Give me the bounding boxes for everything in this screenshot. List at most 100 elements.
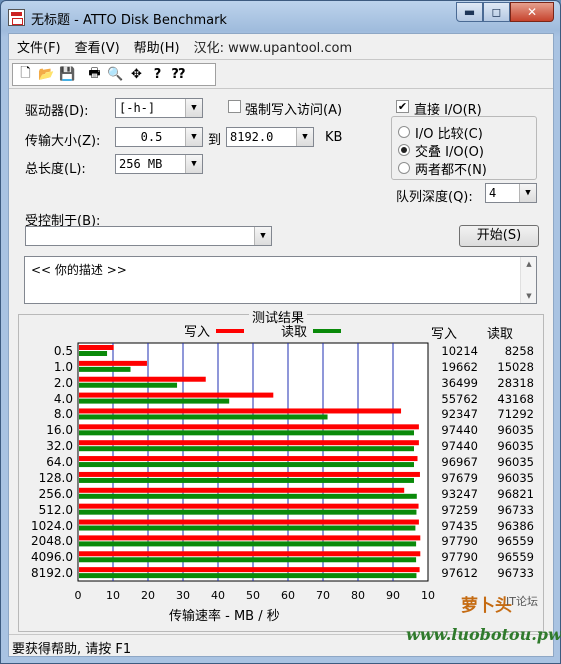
write-bar xyxy=(79,551,421,557)
print-preview-icon[interactable]: 🔍 xyxy=(106,66,125,84)
read-value: 28318 xyxy=(497,375,534,390)
save-icon[interactable]: 💾 xyxy=(58,66,77,84)
drive-select-value: [-h-] xyxy=(119,101,156,115)
io-compare-label: I/O 比较(C) xyxy=(415,127,483,142)
description-scrollbar[interactable]: ▲ ▼ xyxy=(520,257,536,303)
size-label: 8192.0 xyxy=(31,566,73,581)
transfer-size-to-value: 8192.0 xyxy=(230,130,274,144)
read-bar xyxy=(79,430,414,436)
force-write-checkbox[interactable] xyxy=(228,100,241,113)
transfer-size-label: 传输大小(Z): xyxy=(25,134,101,149)
tick-label: 0 xyxy=(74,589,82,602)
description-text: << 你的描述 >> xyxy=(31,263,127,277)
chevron-down-icon[interactable]: ▼ xyxy=(185,128,202,146)
minimize-button[interactable]: ▬ xyxy=(456,2,483,22)
queue-depth-label: 队列深度(Q): xyxy=(396,190,473,205)
close-button[interactable]: ✕ xyxy=(510,2,554,22)
maximize-button[interactable]: ◻ xyxy=(483,2,510,22)
tick-label: 80 xyxy=(351,589,365,602)
title-bar[interactable]: 无标题 - ATTO Disk Benchmark ▬ ◻ ✕ xyxy=(1,1,560,33)
write-bar xyxy=(79,471,420,477)
to-label: 到 xyxy=(208,133,222,148)
size-label: 4096.0 xyxy=(31,550,73,565)
client-area: 文件(F) 查看(V) 帮助(H) 汉化: www.upantool.com 🗋… xyxy=(8,33,554,657)
axis-title: 传输速率 - MB / 秒 xyxy=(169,609,280,624)
write-value: 97790 xyxy=(441,534,478,549)
size-label: 32.0 xyxy=(46,439,73,454)
start-button[interactable]: 开始(S) xyxy=(459,225,539,247)
scroll-down-icon[interactable]: ▼ xyxy=(521,289,537,303)
overlap-io-label: 交叠 I/O(O) xyxy=(415,145,484,160)
status-text: 要获得帮助, 请按 F1 xyxy=(12,642,132,657)
chevron-down-icon[interactable]: ▼ xyxy=(185,155,202,173)
menu-help[interactable]: 帮助(H) xyxy=(134,37,180,56)
queue-depth-value: 4 xyxy=(489,186,497,200)
chevron-down-icon[interactable]: ▼ xyxy=(296,128,313,146)
write-bar xyxy=(79,345,114,350)
write-value: 97440 xyxy=(441,423,478,438)
context-help-icon[interactable]: ⁇ xyxy=(169,66,188,84)
atto-app-icon[interactable] xyxy=(8,9,25,26)
drive-select[interactable]: [-h-] ▼ xyxy=(115,98,203,118)
queue-depth-select[interactable]: 4 ▼ xyxy=(485,183,537,203)
total-length-select[interactable]: 256 MB ▼ xyxy=(115,154,203,174)
open-icon[interactable]: 📂 xyxy=(37,66,56,84)
total-length-label: 总长度(L): xyxy=(25,162,86,177)
kb-unit-label: KB xyxy=(325,130,343,145)
io-mode-group: I/O 比较(C) 交叠 I/O(O) 两者都不(N) xyxy=(391,116,537,180)
overlap-io-radio[interactable] xyxy=(398,144,410,156)
read-bar xyxy=(79,573,417,579)
read-value: 96821 xyxy=(497,486,534,501)
tick-label: 10 xyxy=(106,589,120,602)
write-value: 92347 xyxy=(441,407,478,422)
read-value: 43168 xyxy=(497,391,534,406)
read-bar xyxy=(79,557,417,563)
tick-label: 10 xyxy=(421,589,435,602)
write-bar xyxy=(79,360,147,366)
read-bar xyxy=(79,398,230,404)
tick-label: 20 xyxy=(141,589,155,602)
new-icon[interactable]: 🗋 xyxy=(16,66,35,84)
print-icon[interactable]: 🖶 xyxy=(85,66,104,84)
scroll-up-icon[interactable]: ▲ xyxy=(521,257,537,271)
io-compare-radio[interactable] xyxy=(398,126,410,138)
read-bar xyxy=(79,477,414,483)
write-bar xyxy=(79,519,419,525)
read-value: 96035 xyxy=(497,423,534,438)
write-value: 96967 xyxy=(441,455,478,470)
chevron-down-icon[interactable]: ▼ xyxy=(519,184,536,202)
controlled-by-select[interactable]: ▼ xyxy=(25,226,272,246)
read-bar xyxy=(79,525,416,531)
results-panel: 测试结果 写入 读取 写入 读取 0.5 1.0 2.0 4.0 8.0 16.0 32.0… xyxy=(18,307,544,632)
write-value: 36499 xyxy=(441,375,478,390)
write-value: 19662 xyxy=(441,359,478,374)
chevron-down-icon[interactable]: ▼ xyxy=(254,227,271,245)
tick-label: 70 xyxy=(316,589,330,602)
size-label: 2.0 xyxy=(53,375,73,390)
help-icon[interactable]: ? xyxy=(148,66,167,84)
chevron-down-icon[interactable]: ▼ xyxy=(185,99,202,117)
transfer-size-from-select[interactable]: 0.5 ▼ xyxy=(115,127,203,147)
write-value: 97259 xyxy=(441,502,478,517)
read-value: 96035 xyxy=(497,439,534,454)
read-bar xyxy=(79,509,417,515)
direct-io-checkbox[interactable]: ✔ xyxy=(396,100,409,113)
toolbar-button-group: 🗋 📂 💾 🖶 🔍 ✥ ? ⁇ xyxy=(12,63,216,86)
read-bar xyxy=(79,446,414,452)
tick-label: 30 xyxy=(176,589,190,602)
move-icon[interactable]: ✥ xyxy=(127,66,146,84)
size-label: 0.5 xyxy=(53,344,73,358)
menu-file[interactable]: 文件(F) xyxy=(17,37,61,56)
description-textarea[interactable]: << 你的描述 >> ▲ ▼ xyxy=(24,256,537,304)
write-bar xyxy=(79,487,405,493)
toolbar: 🗋 📂 💾 🖶 🔍 ✥ ? ⁇ xyxy=(9,59,553,89)
neither-radio[interactable] xyxy=(398,162,410,174)
write-value: 97440 xyxy=(441,439,478,454)
menu-view[interactable]: 查看(V) xyxy=(75,37,120,56)
read-value: 96386 xyxy=(497,518,534,533)
transfer-size-to-select[interactable]: 8192.0 ▼ xyxy=(226,127,314,147)
read-bar xyxy=(79,493,417,499)
read-value: 15028 xyxy=(497,359,534,374)
neither-label: 两者都不(N) xyxy=(415,163,487,178)
watermark-logo: 萝卜头 xyxy=(461,596,512,616)
